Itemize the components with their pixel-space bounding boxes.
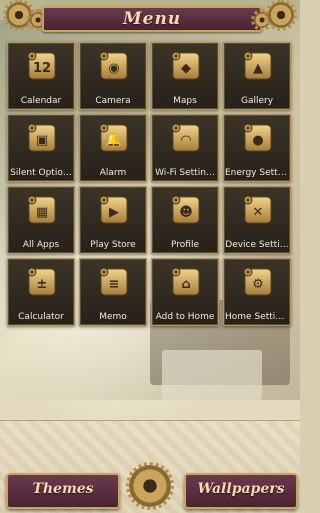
gallery-icon: ▲ <box>241 49 275 83</box>
app-tile[interactable]: ⚙ Home Settin… <box>223 258 291 326</box>
silent-options-icon: ▣ <box>25 121 59 155</box>
app-tile[interactable]: ▦ All Apps <box>7 186 75 254</box>
app-label: Gallery <box>240 96 274 106</box>
svg-text:◉: ◉ <box>108 61 119 76</box>
wallpapers-button[interactable]: Wallpapers <box>184 473 298 509</box>
svg-text:±: ± <box>37 277 48 292</box>
themes-label: Themes <box>32 481 94 497</box>
all-apps-icon: ▦ <box>25 193 59 227</box>
app-label: Alarm <box>99 168 127 178</box>
app-label: Calendar <box>20 96 62 106</box>
add-home-icon: ⌂ <box>169 265 203 299</box>
app-tile[interactable]: ● Energy Setti… <box>223 114 291 182</box>
app-tile[interactable]: ≡ Memo <box>79 258 147 326</box>
svg-text:🔔: 🔔 <box>106 132 122 148</box>
bottom-bar: Themes Wallpapers <box>0 420 300 513</box>
svg-text:◆: ◆ <box>181 61 191 76</box>
svg-text:▣: ▣ <box>36 133 48 148</box>
app-label: Profile <box>171 240 199 250</box>
svg-text:▦: ▦ <box>36 205 48 220</box>
calculator-icon: ± <box>25 265 59 299</box>
wallpapers-label: Wallpapers <box>197 481 285 497</box>
app-tile[interactable]: ✕ Device Setti… <box>223 186 291 254</box>
app-tile[interactable]: ◆ Maps <box>151 42 219 110</box>
bell-icon: 🔔 <box>97 121 131 155</box>
gear-icon <box>126 462 174 510</box>
svg-text:12: 12 <box>33 61 51 76</box>
tools-icon: ✕ <box>241 193 275 227</box>
svg-text:✕: ✕ <box>253 205 264 220</box>
app-tile[interactable]: ☻ Profile <box>151 186 219 254</box>
header: Menu <box>0 0 300 34</box>
app-label: Add to Home <box>155 312 215 322</box>
header-plate: Menu <box>42 6 262 32</box>
app-label: Wi-Fi Settin… <box>155 168 215 178</box>
map-pin-icon: ◆ <box>169 49 203 83</box>
camera-icon: ◉ <box>97 49 131 83</box>
app-label: Camera <box>95 96 131 106</box>
svg-text:≡: ≡ <box>109 277 120 292</box>
profile-icon: ☻ <box>169 193 203 227</box>
app-tile[interactable]: ◠ Wi-Fi Settin… <box>151 114 219 182</box>
play-store-icon: ▶ <box>97 193 131 227</box>
app-tile[interactable]: ± Calculator <box>7 258 75 326</box>
app-tile[interactable]: 🔔 Alarm <box>79 114 147 182</box>
app-label: Memo <box>99 312 127 322</box>
app-tile[interactable]: ⌂ Add to Home <box>151 258 219 326</box>
calendar-icon: 12 <box>25 49 59 83</box>
background-box <box>162 350 262 400</box>
app-label: Device Setti… <box>225 240 289 250</box>
svg-text:◠: ◠ <box>181 133 191 148</box>
app-label: Energy Setti… <box>225 168 289 178</box>
home-settings-icon: ⚙ <box>241 265 275 299</box>
svg-text:▲: ▲ <box>253 61 263 76</box>
app-label: Silent Optio… <box>10 168 72 178</box>
lightbulb-icon: ● <box>241 121 275 155</box>
wifi-icon: ◠ <box>169 121 203 155</box>
app-label: Maps <box>173 96 197 106</box>
svg-text:▶: ▶ <box>109 205 119 220</box>
app-tile[interactable]: 12 Calendar <box>7 42 75 110</box>
app-tile[interactable]: ▶ Play Store <box>79 186 147 254</box>
app-tile[interactable]: ▣ Silent Optio… <box>7 114 75 182</box>
themes-button[interactable]: Themes <box>6 473 120 509</box>
app-tile[interactable]: ◉ Camera <box>79 42 147 110</box>
svg-text:●: ● <box>252 133 263 148</box>
app-label: Home Settin… <box>225 312 289 322</box>
memo-icon: ≡ <box>97 265 131 299</box>
page-title: Menu <box>122 9 182 29</box>
app-label: All Apps <box>22 240 60 250</box>
gear-icon <box>265 0 297 31</box>
svg-text:⌂: ⌂ <box>181 277 190 292</box>
svg-text:☻: ☻ <box>179 205 193 220</box>
app-label: Play Store <box>90 240 136 250</box>
svg-text:⚙: ⚙ <box>252 277 264 292</box>
app-tile[interactable]: ▲ Gallery <box>223 42 291 110</box>
app-label: Calculator <box>18 312 64 322</box>
